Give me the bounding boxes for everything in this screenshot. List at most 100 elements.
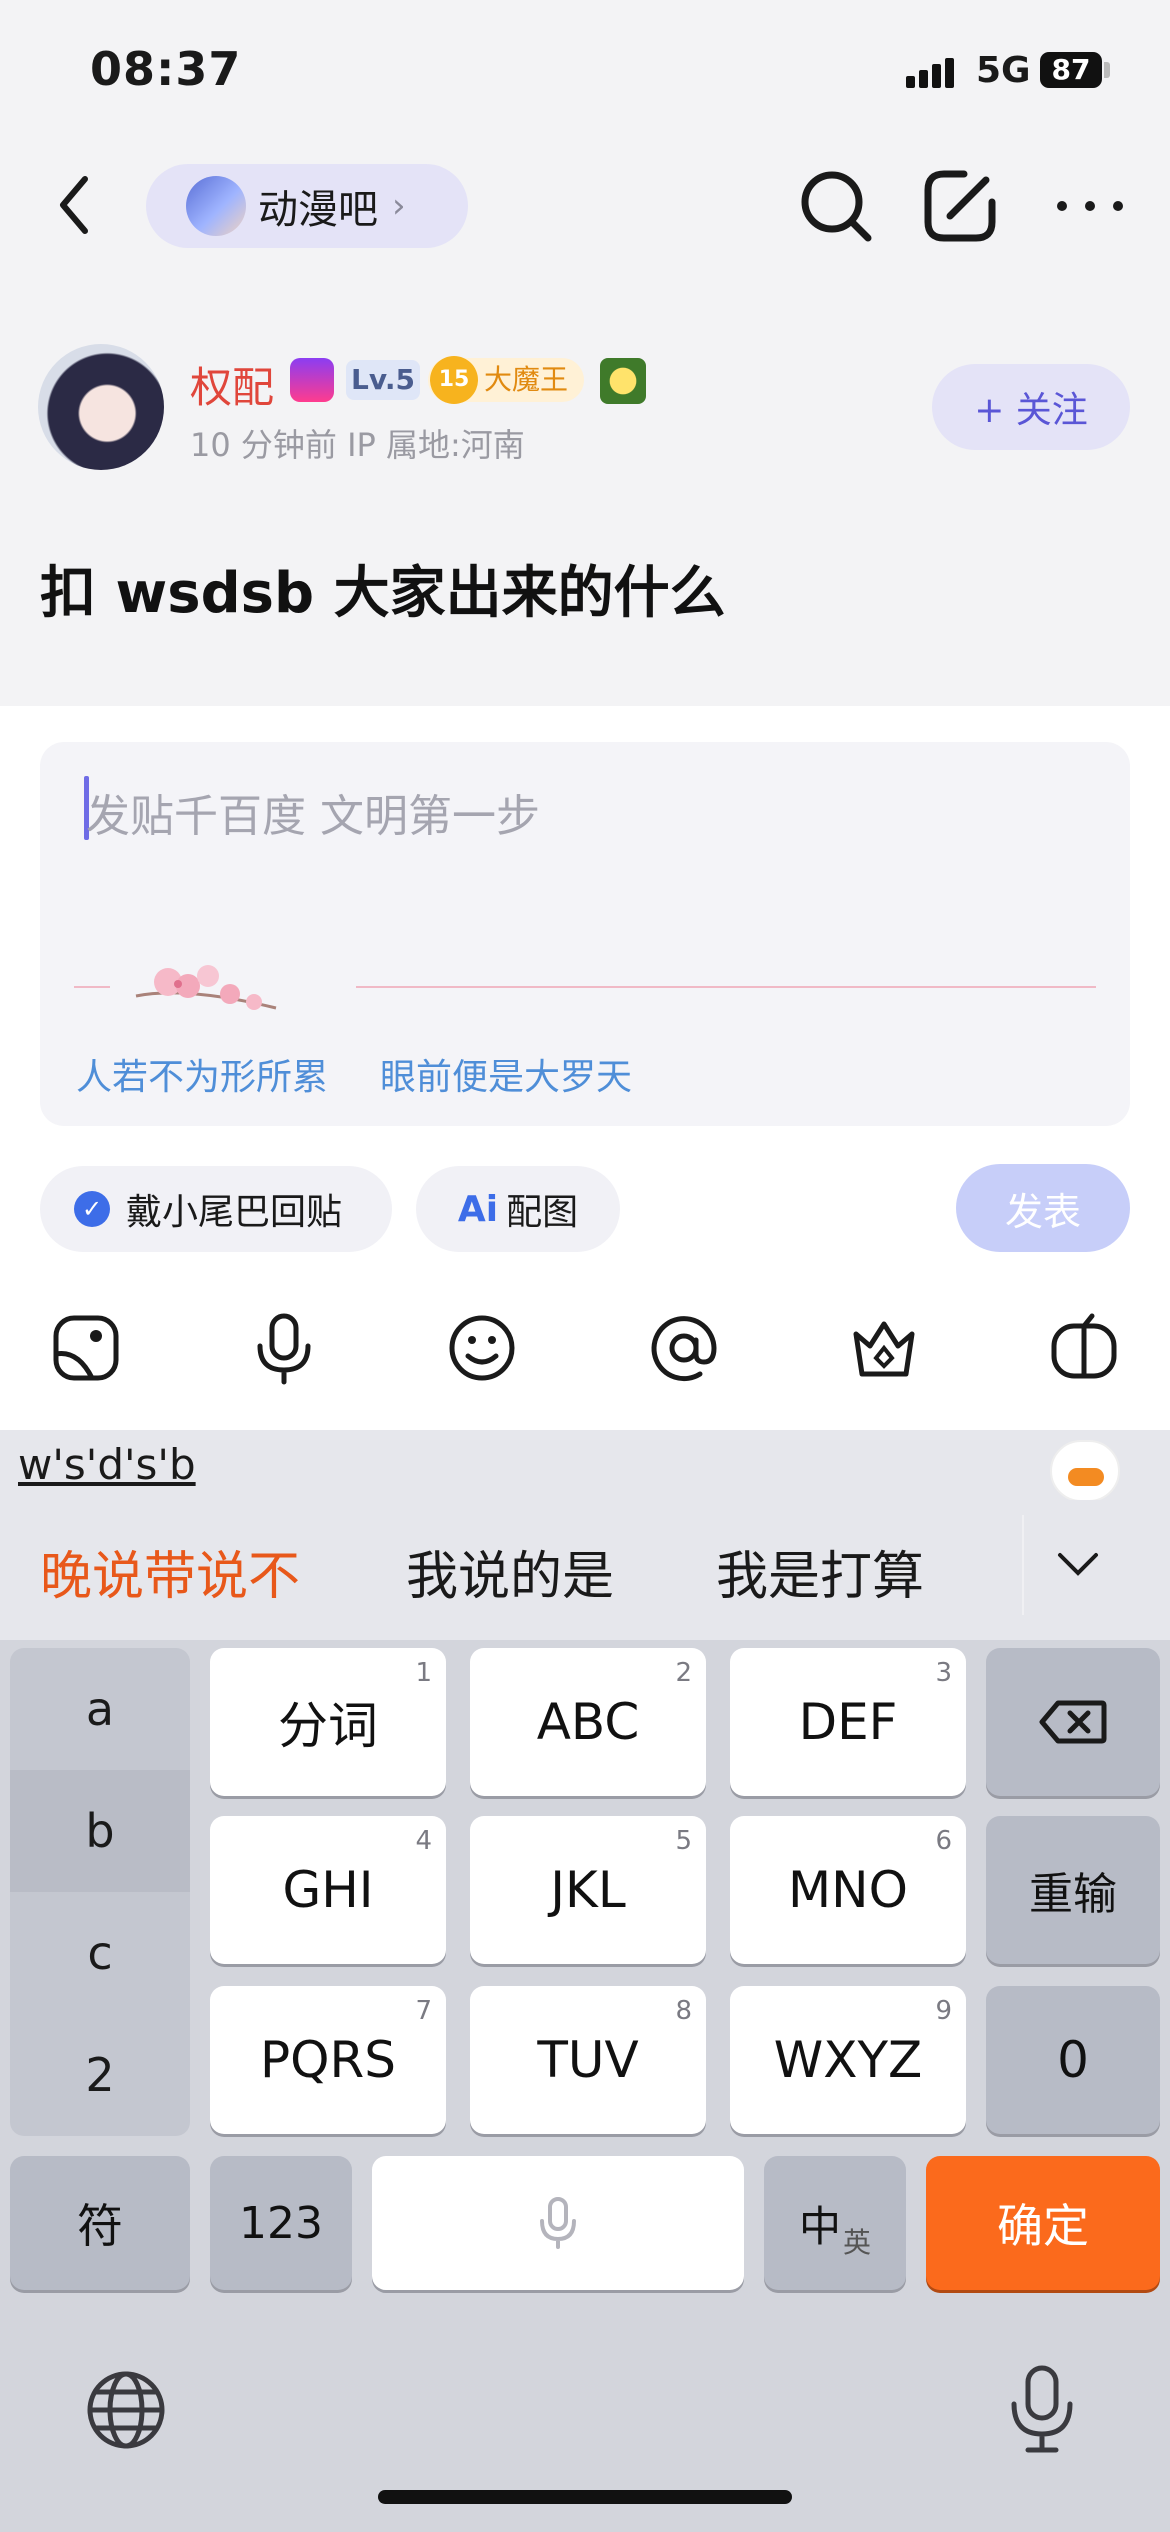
letter-picker: a b c 2 xyxy=(10,1648,190,2136)
sticker-icon[interactable] xyxy=(48,1310,124,1386)
key-number: 5 xyxy=(675,1826,692,1856)
zero-key[interactable]: 0 xyxy=(986,1986,1160,2134)
battery-nub xyxy=(1104,62,1110,78)
ai-image-label: 配图 xyxy=(506,1192,579,1233)
blossom-icon xyxy=(135,965,277,1010)
key-3[interactable]: 3 DEF xyxy=(730,1648,966,1796)
expand-candidates-button[interactable] xyxy=(1022,1515,1132,1615)
key-label: PQRS xyxy=(260,2031,396,2089)
key-5[interactable]: 5 JKL xyxy=(470,1816,706,1964)
key-4[interactable]: 4 GHI xyxy=(210,1816,446,1964)
language-switch-key[interactable]: 中 英 xyxy=(764,2156,906,2290)
tail-divider-right xyxy=(356,986,1096,988)
key-number: 8 xyxy=(675,1996,692,2026)
key-label: JKL xyxy=(550,1861,626,1919)
letter-option[interactable]: b xyxy=(10,1770,190,1892)
more-button[interactable] xyxy=(1050,166,1130,246)
key-label: ABC xyxy=(536,1693,640,1751)
post-title: 扣 wsdsb 大家出来的什么 xyxy=(40,561,726,626)
mention-icon[interactable] xyxy=(646,1310,722,1386)
key-number: 3 xyxy=(935,1658,952,1688)
chevron-right-icon: › xyxy=(392,186,406,226)
key-8[interactable]: 8 TUV xyxy=(470,1986,706,2134)
signal-icon xyxy=(906,58,958,88)
dictation-microphone-icon[interactable] xyxy=(1004,2364,1080,2456)
tail-text-1: 人若不为形所累 xyxy=(76,1057,329,1098)
network-label: 5G xyxy=(976,50,1031,91)
tail-divider xyxy=(74,986,110,988)
candidate-3[interactable]: 我是打算 xyxy=(716,1534,924,1609)
tail-toggle-label: 戴小尾巴回贴 xyxy=(126,1192,343,1233)
ime-mascot-icon[interactable] xyxy=(1050,1440,1120,1502)
key-number: 6 xyxy=(935,1826,952,1856)
microphone-icon xyxy=(540,2197,576,2249)
letter-option[interactable]: 2 xyxy=(10,2014,190,2136)
key-1[interactable]: 1 分词 xyxy=(210,1648,446,1796)
key-9[interactable]: 9 WXYZ xyxy=(730,1986,966,2134)
forum-avatar xyxy=(186,176,246,236)
key-label: TUV xyxy=(537,2031,639,2089)
microphone-icon[interactable] xyxy=(246,1310,322,1386)
edit-button[interactable] xyxy=(920,166,1000,246)
letter-option[interactable]: c xyxy=(10,1892,190,2014)
ai-image-button[interactable]: Ai 配图 xyxy=(416,1166,620,1252)
edit-icon xyxy=(924,170,996,242)
star-badge-icon xyxy=(600,358,646,404)
rank-number: 15 xyxy=(430,356,478,404)
reset-key[interactable]: 重输 xyxy=(986,1816,1160,1964)
key-2[interactable]: 2 ABC xyxy=(470,1648,706,1796)
key-label: MNO xyxy=(788,1861,908,1919)
forum-name: 动漫吧 xyxy=(258,187,378,233)
key-label: DEF xyxy=(798,1693,898,1751)
numeric-key[interactable]: 123 xyxy=(210,2156,352,2290)
search-button[interactable] xyxy=(796,166,876,246)
key-number: 2 xyxy=(675,1658,692,1688)
check-icon: ✓ xyxy=(74,1191,110,1227)
backspace-icon xyxy=(1039,1700,1107,1744)
candidate-2[interactable]: 我说的是 xyxy=(406,1534,614,1609)
back-button[interactable] xyxy=(40,160,110,250)
space-key[interactable] xyxy=(372,2156,744,2290)
key-7[interactable]: 7 PQRS xyxy=(210,1986,446,2134)
home-indicator xyxy=(378,2490,792,2504)
candidate-1[interactable]: 晚说带说不 xyxy=(40,1534,300,1609)
level-badge: Lv.5 xyxy=(346,360,420,400)
status-time: 08:37 xyxy=(90,42,242,96)
key-number: 7 xyxy=(415,1996,432,2026)
reply-placeholder: 发贴千百度 文明第一步 xyxy=(86,791,540,842)
key-number: 4 xyxy=(415,1826,432,1856)
publish-button[interactable]: 发表 xyxy=(956,1164,1130,1252)
ai-icon: Ai xyxy=(457,1188,499,1230)
more-icon xyxy=(1057,201,1123,211)
author-avatar[interactable] xyxy=(38,344,164,470)
letter-option[interactable]: a xyxy=(10,1648,190,1770)
battery-icon: 87 xyxy=(1040,52,1102,88)
search-icon xyxy=(801,171,872,242)
key-number: 1 xyxy=(415,1658,432,1688)
tail-text-2: 眼前便是大罗天 xyxy=(380,1057,633,1098)
forum-link[interactable]: 动漫吧 › xyxy=(146,164,468,248)
backspace-key[interactable] xyxy=(986,1648,1160,1796)
emoji-icon[interactable] xyxy=(444,1310,520,1386)
status-bar: 08:37 5G 87 xyxy=(0,0,1170,140)
gift-icon[interactable] xyxy=(1046,1310,1122,1386)
confirm-key[interactable]: 确定 xyxy=(926,2156,1160,2290)
follow-button[interactable]: + 关注 xyxy=(932,364,1130,450)
post-meta: 10 分钟前 IP 属地:河南 xyxy=(190,426,525,464)
crown-badge-icon xyxy=(290,358,334,402)
author-name[interactable]: 权配 xyxy=(190,354,274,415)
key-label: GHI xyxy=(282,1861,374,1919)
symbol-key[interactable]: 符 xyxy=(10,2156,190,2290)
key-number: 9 xyxy=(935,1996,952,2026)
key-6[interactable]: 6 MNO xyxy=(730,1816,966,1964)
crown-icon[interactable] xyxy=(846,1310,922,1386)
tail-toggle[interactable]: ✓ 戴小尾巴回贴 xyxy=(40,1166,392,1252)
globe-icon[interactable] xyxy=(84,2368,168,2452)
lang-main: 中 xyxy=(798,2201,841,2251)
chevron-down-icon xyxy=(1058,1553,1098,1576)
key-label: WXYZ xyxy=(773,2031,923,2089)
lang-alt: 英 xyxy=(843,2226,872,2259)
back-icon xyxy=(60,176,88,234)
key-label: 分词 xyxy=(278,1697,378,1755)
pinyin-composition: w's'd's'b xyxy=(18,1440,196,1489)
